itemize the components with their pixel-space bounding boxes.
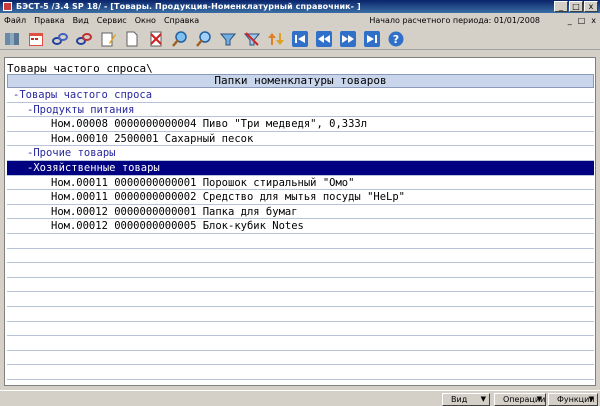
maximize-button[interactable]: □ bbox=[569, 1, 583, 12]
folder-label: -Продукты питания bbox=[27, 103, 135, 116]
item-row[interactable]: Ном.00012 0000000000001 Папка для бумаг bbox=[7, 205, 594, 220]
item-label: Ном.00010 2500001 Сахарный песок bbox=[51, 132, 254, 145]
menu-file[interactable]: Файл bbox=[0, 16, 30, 25]
filter-icon[interactable] bbox=[218, 29, 238, 49]
folder-label: -Прочие товары bbox=[27, 147, 116, 160]
edit-icon[interactable] bbox=[98, 29, 118, 49]
empty-row bbox=[7, 307, 594, 322]
period-label: Начало расчетного периода: 01/01/2008 bbox=[369, 16, 540, 25]
empty-row bbox=[7, 292, 594, 307]
empty-row bbox=[7, 278, 594, 293]
mdi-close-button[interactable]: x bbox=[591, 16, 596, 25]
folder-row[interactable]: -Товары частого спроса bbox=[7, 88, 594, 103]
menu-service[interactable]: Сервис bbox=[93, 16, 131, 25]
calendar-icon[interactable] bbox=[26, 29, 46, 49]
app-icon[interactable] bbox=[3, 2, 12, 11]
empty-row bbox=[7, 351, 594, 366]
delete-icon[interactable] bbox=[146, 29, 166, 49]
item-label: Ном.00011 0000000000002 Средство для мыт… bbox=[51, 191, 406, 204]
last-record-icon[interactable] bbox=[362, 29, 382, 49]
item-label: Ном.00012 0000000000005 Блок-кубик Notes bbox=[51, 220, 304, 233]
item-label: Ном.00008 0000000000004 Пиво "Три медвед… bbox=[51, 118, 368, 131]
item-list: -Товары частого спроса -Продукты питания Н… bbox=[7, 88, 594, 406]
folder-row[interactable]: -Прочие товары bbox=[7, 146, 594, 161]
first-record-icon[interactable] bbox=[290, 29, 310, 49]
item-row[interactable]: Ном.00011 0000000000001 Порошок стиральн… bbox=[7, 176, 594, 191]
link-edit-icon[interactable] bbox=[74, 29, 94, 49]
item-row[interactable]: Ном.00011 0000000000002 Средство для мыт… bbox=[7, 190, 594, 205]
empty-row bbox=[7, 365, 594, 380]
empty-row bbox=[7, 234, 594, 249]
item-row[interactable]: Ном.00012 0000000000005 Блок-кубик Notes bbox=[7, 219, 594, 234]
mdi-restore-button[interactable]: □ bbox=[578, 16, 586, 25]
view-label: Вид bbox=[451, 395, 468, 404]
search-icon[interactable] bbox=[170, 29, 190, 49]
toolbar: ? bbox=[0, 28, 600, 50]
view-dropdown[interactable]: Вид ▼ bbox=[442, 393, 490, 406]
chevron-down-icon: ▼ bbox=[536, 395, 542, 403]
window-controls: _ □ x bbox=[554, 1, 598, 12]
minimize-button[interactable]: _ bbox=[554, 1, 568, 12]
item-row[interactable]: Ном.00010 2500001 Сахарный песок bbox=[7, 132, 594, 147]
empty-row bbox=[7, 249, 594, 264]
next-record-icon[interactable] bbox=[338, 29, 358, 49]
menu-window[interactable]: Окно bbox=[131, 16, 160, 25]
link-icon[interactable] bbox=[50, 29, 70, 49]
folder-row[interactable]: -Хозяйственные товары bbox=[7, 160, 594, 176]
menu-view[interactable]: Вид bbox=[69, 16, 93, 25]
empty-row bbox=[7, 322, 594, 337]
status-bar: Вид ▼ Операции ▼ Функции ▼ bbox=[0, 390, 600, 406]
close-button[interactable]: x bbox=[584, 1, 598, 12]
functions-dropdown[interactable]: Функции ▼ bbox=[548, 393, 598, 406]
mdi-controls: _ □ x bbox=[568, 16, 596, 25]
folder-label: -Хозяйственные товары bbox=[27, 161, 160, 174]
chevron-down-icon: ▼ bbox=[480, 395, 486, 403]
sort-icon[interactable] bbox=[266, 29, 286, 49]
mdi-minimize-button[interactable]: _ bbox=[568, 16, 572, 25]
item-label: Ном.00012 0000000000001 Папка для бумаг bbox=[51, 205, 298, 218]
folder-row[interactable]: -Продукты питания bbox=[7, 103, 594, 118]
filter-off-icon[interactable] bbox=[242, 29, 262, 49]
help-icon[interactable]: ? bbox=[386, 29, 406, 49]
folder-label: -Товары частого спроса bbox=[13, 89, 153, 101]
prev-record-icon[interactable] bbox=[314, 29, 334, 49]
operations-dropdown[interactable]: Операции ▼ bbox=[494, 393, 546, 406]
nomenclature-panel: Товары частого спроса\ Папки номенклатур… bbox=[4, 57, 596, 395]
chevron-down-icon: ▼ bbox=[588, 395, 594, 403]
title-bar[interactable]: БЭСТ-5 /3.4 SP 18/ - [Товары. Продукция-… bbox=[0, 0, 600, 13]
menu-edit[interactable]: Правка bbox=[30, 16, 68, 25]
item-row[interactable]: Ном.00008 0000000000004 Пиво "Три медвед… bbox=[7, 117, 594, 132]
menu-help[interactable]: Справка bbox=[160, 16, 203, 25]
list-header: Папки номенклатуры товаров bbox=[7, 74, 594, 88]
window-title: БЭСТ-5 /3.4 SP 18/ - [Товары. Продукция-… bbox=[16, 2, 361, 11]
search-next-icon[interactable] bbox=[194, 29, 214, 49]
empty-row bbox=[7, 336, 594, 351]
item-label: Ном.00011 0000000000001 Порошок стиральн… bbox=[51, 176, 355, 189]
new-document-icon[interactable] bbox=[122, 29, 142, 49]
svg-text:?: ? bbox=[393, 33, 399, 46]
empty-row bbox=[7, 263, 594, 278]
menu-bar: Файл Правка Вид Сервис Окно Справка Нача… bbox=[0, 13, 600, 28]
catalog-icon[interactable] bbox=[2, 29, 22, 49]
